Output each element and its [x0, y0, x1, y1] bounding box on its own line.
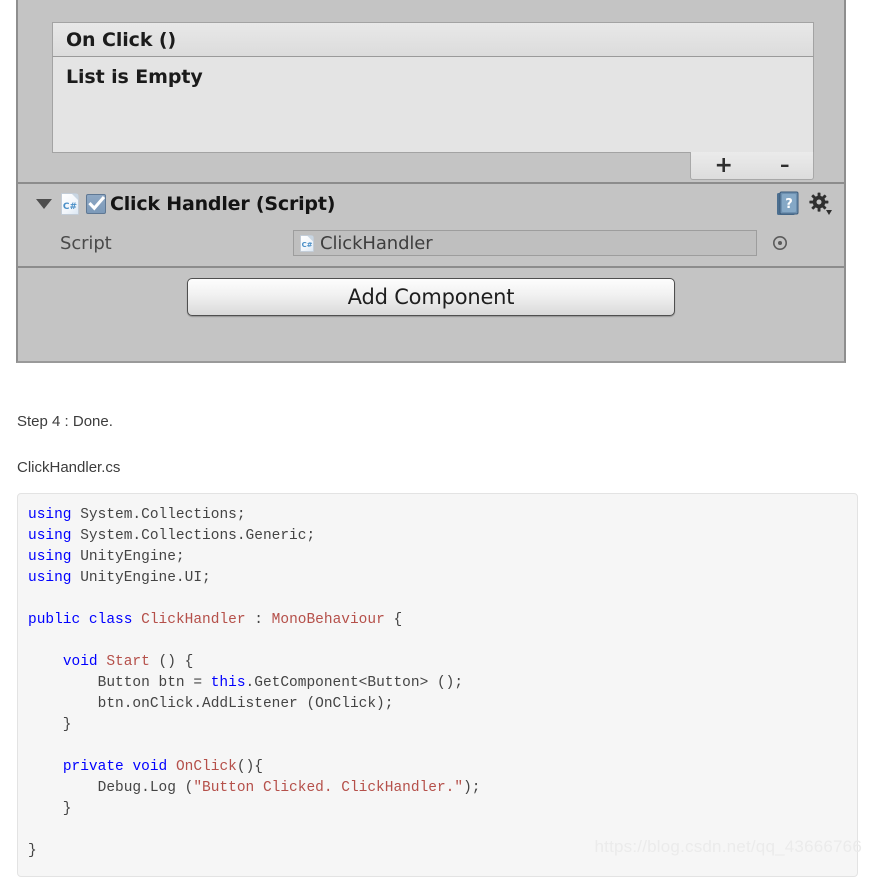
code-token: : [245, 612, 272, 628]
code-token: MonoBehaviour [271, 612, 385, 628]
onclick-event-list: On Click () List is Empty + – [52, 22, 814, 180]
code-token: ); [463, 780, 481, 796]
component-divider-bottom [18, 266, 844, 268]
code-filename-label: ClickHandler.cs [17, 459, 121, 476]
code-line: btn.onClick.AddListener (OnClick); [28, 694, 857, 715]
help-book-icon[interactable]: ? [776, 191, 800, 217]
code-token: } [28, 843, 37, 859]
remove-listener-button[interactable]: – [770, 156, 800, 175]
event-list-toolbar: + – [690, 152, 814, 180]
code-token: (){ [236, 759, 263, 775]
code-line: using System.Collections; [28, 505, 857, 526]
code-token: using [28, 549, 72, 565]
onclick-event-list-body[interactable]: List is Empty [52, 57, 814, 153]
code-token: btn.onClick.AddListener (OnClick); [28, 696, 394, 712]
code-token: private [62, 759, 124, 775]
add-component-row: Add Component [18, 278, 844, 316]
code-token: () { [149, 654, 194, 670]
add-component-button[interactable]: Add Component [187, 278, 675, 316]
script-object-field-value: ClickHandler [320, 232, 433, 254]
csharp-script-icon: C# [61, 193, 79, 215]
add-listener-button[interactable]: + [705, 154, 743, 177]
code-line: using System.Collections.Generic; [28, 526, 857, 547]
code-line: void Start () { [28, 652, 857, 673]
code-line: public class ClickHandler : MonoBehaviou… [28, 610, 857, 631]
code-line: } [28, 799, 857, 820]
code-token: Start [106, 654, 150, 670]
code-token: void [62, 654, 98, 670]
component-header-actions: ? [776, 191, 844, 217]
code-token: using [28, 570, 72, 586]
code-token: UnityEngine.UI; [71, 570, 211, 586]
code-line: } [28, 715, 857, 736]
component-header-click-handler[interactable]: C# Click Handler (Script) ? [18, 184, 844, 224]
code-line: Debug.Log ("Button Clicked. ClickHandler… [28, 778, 857, 799]
code-token: UnityEngine; [71, 549, 185, 565]
onclick-event-header-label: On Click () [66, 28, 177, 51]
code-token: public [28, 612, 81, 628]
code-token: class [88, 612, 133, 628]
code-token: OnClick [175, 759, 237, 775]
code-line: private void OnClick(){ [28, 757, 857, 778]
code-line: Button btn = this.GetComponent<Button> (… [28, 673, 857, 694]
step-text: Step 4 : Done. [17, 413, 113, 430]
svg-text:?: ? [785, 197, 793, 212]
code-token: "Button Clicked. ClickHandler." [193, 780, 464, 796]
code-line: using UnityEngine.UI; [28, 568, 857, 589]
onclick-event-header[interactable]: On Click () [52, 22, 814, 57]
code-block-clickhandler[interactable]: using System.Collections; using System.Co… [17, 493, 858, 877]
code-token: this [210, 675, 246, 691]
csharp-script-icon-small: C# [300, 234, 314, 252]
code-token: Button btn = [28, 675, 211, 691]
chevron-down-icon[interactable] [36, 196, 52, 212]
code-token: using [28, 528, 72, 544]
list-empty-label: List is Empty [66, 66, 203, 88]
code-token: { [384, 612, 403, 628]
property-label-script: Script [60, 232, 112, 254]
object-picker-target-icon[interactable] [765, 234, 795, 252]
unity-inspector-panel: On Click () List is Empty + – C# Click H… [16, 0, 846, 363]
script-object-field[interactable]: C# ClickHandler [293, 230, 757, 256]
code-token: using [28, 507, 72, 523]
component-title: Click Handler (Script) [110, 193, 336, 215]
property-row-script: Script C# ClickHandler [18, 226, 844, 260]
component-enabled-checkbox[interactable] [86, 194, 106, 214]
watermark-url: https://blog.csdn.net/qq_43666766 [594, 837, 862, 856]
article-body: Step 4 : Done. ClickHandler.cs [0, 365, 885, 476]
code-token: } [28, 801, 72, 817]
code-token: ClickHandler [141, 612, 246, 628]
code-token: System.Collections.Generic; [71, 528, 316, 544]
code-token: System.Collections; [71, 507, 246, 523]
code-token: void [132, 759, 168, 775]
code-token: Debug.Log ( [28, 780, 194, 796]
code-token: } [28, 717, 72, 733]
code-token: .GetComponent<Button> (); [245, 675, 464, 691]
gear-icon[interactable] [808, 192, 832, 216]
code-line: using UnityEngine; [28, 547, 857, 568]
